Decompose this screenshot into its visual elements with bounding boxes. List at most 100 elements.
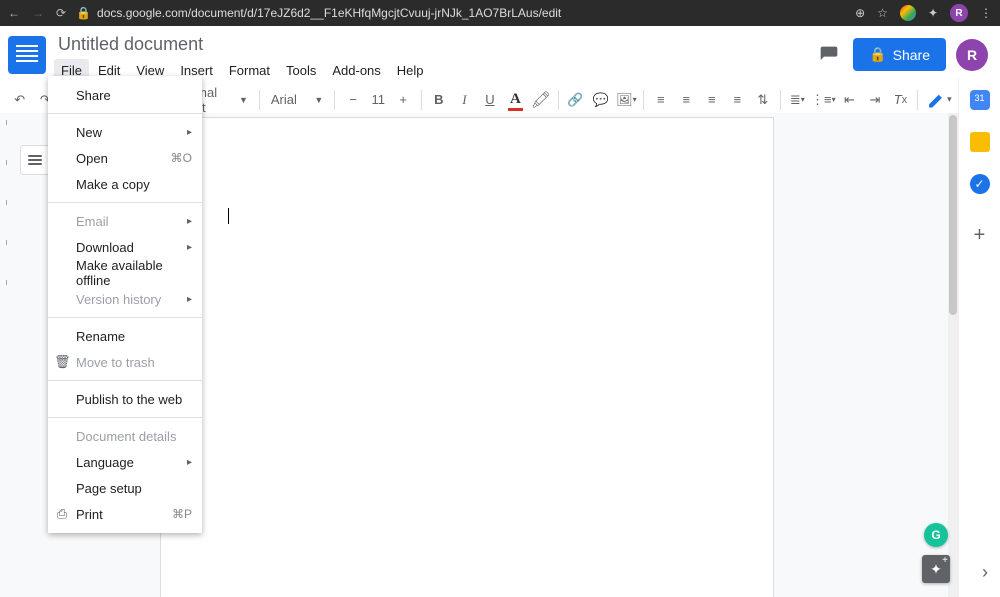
outline-toggle-button[interactable]	[20, 145, 50, 175]
file-menu-email: Email ▸	[48, 208, 202, 234]
font-increase-button[interactable]: +	[390, 87, 416, 113]
menu-tools[interactable]: Tools	[279, 59, 323, 82]
shortcut-label: ⌘P	[172, 507, 192, 521]
url-bar[interactable]: 🔒 docs.google.com/document/d/17eJZ6d2__F…	[76, 6, 845, 20]
doc-title[interactable]: Untitled document	[54, 32, 815, 57]
file-menu-dropdown: ShareNew▸Open⌘OMake a copyEmail▸Download…	[48, 76, 202, 533]
text-cursor	[228, 208, 229, 224]
menu-item-label: Document details	[76, 429, 176, 444]
menu-item-label: Rename	[76, 329, 125, 344]
tasks-icon[interactable]	[970, 174, 990, 194]
file-menu-document-details: Document details	[48, 423, 202, 449]
submenu-arrow-icon: ▸	[187, 127, 192, 138]
outline-icon	[28, 155, 42, 165]
extensions-icon[interactable]: ✦	[928, 6, 938, 20]
pen-icon	[929, 92, 945, 108]
file-menu-download[interactable]: Download ▸	[48, 234, 202, 260]
text-color-button[interactable]: A	[504, 87, 528, 113]
menu-help[interactable]: Help	[390, 59, 431, 82]
document-page[interactable]	[160, 117, 774, 597]
increase-indent-button[interactable]: ⇥	[863, 87, 887, 113]
calendar-icon[interactable]	[970, 90, 990, 110]
file-menu-open[interactable]: Open ⌘O	[48, 145, 202, 171]
submenu-arrow-icon: ▸	[187, 242, 192, 253]
menu-format[interactable]: Format	[222, 59, 277, 82]
shortcut-label: ⌘O	[171, 151, 192, 165]
menu-item-label: Download	[76, 240, 134, 255]
file-menu-rename[interactable]: Rename	[48, 323, 202, 349]
docs-logo-icon[interactable]	[8, 36, 46, 74]
file-menu-print[interactable]: ⎙ Print ⌘P	[48, 501, 202, 527]
insert-link-button[interactable]: 🔗	[564, 87, 588, 113]
file-menu-make-a-copy[interactable]: Make a copy	[48, 171, 202, 197]
browser-avatar[interactable]: R	[950, 4, 968, 22]
bulleted-list-button[interactable]: ⋮≡▾	[811, 87, 836, 113]
insert-image-button[interactable]: 🖼▾	[615, 87, 639, 113]
docs-header: Untitled document FileEditViewInsertForm…	[0, 26, 1000, 82]
profile-badge-icon[interactable]	[900, 5, 916, 21]
clear-format-button[interactable]: Tx	[889, 87, 913, 113]
menu-item-icon: 🗑	[54, 354, 70, 370]
file-menu-share[interactable]: Share	[48, 82, 202, 108]
menu-item-label: Open	[76, 151, 108, 166]
scroll-thumb[interactable]	[949, 115, 957, 315]
font-decrease-button[interactable]: −	[340, 87, 366, 113]
menu-item-label: Email	[76, 214, 109, 229]
addons-plus-icon[interactable]: +	[974, 224, 986, 247]
url-text: docs.google.com/document/d/17eJZ6d2__F1e…	[97, 6, 561, 20]
keep-icon[interactable]	[970, 132, 990, 152]
nav-reload-icon[interactable]: ⟳	[56, 6, 66, 20]
lock-icon: 🔒	[76, 6, 91, 20]
share-label: Share	[893, 47, 930, 63]
comments-icon[interactable]	[815, 41, 843, 69]
account-avatar[interactable]: R	[956, 39, 988, 71]
file-menu-publish-to-the-web[interactable]: Publish to the web	[48, 386, 202, 412]
floating-buttons: G	[922, 523, 950, 583]
underline-button[interactable]: U	[478, 87, 502, 113]
menu-item-icon: ⎙	[54, 506, 70, 522]
file-menu-move-to-trash: 🗑Move to trash	[48, 349, 202, 375]
italic-button[interactable]: I	[453, 87, 477, 113]
file-menu-make-available-offline[interactable]: Make available offline	[48, 260, 202, 286]
submenu-arrow-icon: ▸	[187, 457, 192, 468]
submenu-arrow-icon: ▸	[187, 216, 192, 227]
explore-button[interactable]	[922, 555, 950, 583]
align-right-button[interactable]: ≡	[700, 87, 724, 113]
file-menu-language[interactable]: Language ▸	[48, 449, 202, 475]
align-left-button[interactable]: ≡	[649, 87, 673, 113]
zoom-icon[interactable]: ⊕	[855, 6, 865, 20]
menu-item-label: Print	[76, 507, 103, 522]
browser-menu-icon[interactable]: ⋮	[980, 9, 992, 17]
browser-chrome: ← → ⟳ 🔒 docs.google.com/document/d/17eJZ…	[0, 0, 1000, 26]
editing-mode-button[interactable]: ▾	[923, 90, 958, 110]
lock-icon: 🔒	[869, 46, 886, 63]
bold-button[interactable]: B	[427, 87, 451, 113]
menu-item-label: Share	[76, 88, 111, 103]
align-center-button[interactable]: ≡	[675, 87, 699, 113]
submenu-arrow-icon: ▸	[187, 294, 192, 305]
side-panel-collapse-icon[interactable]: ›	[982, 562, 988, 583]
grammarly-icon[interactable]: G	[924, 523, 948, 547]
nav-forward-icon[interactable]: →	[32, 6, 44, 20]
highlight-button[interactable]: 🖍	[529, 87, 553, 113]
menu-item-label: Make available offline	[76, 258, 190, 288]
font-size-input[interactable]: 11	[366, 92, 390, 107]
decrease-indent-button[interactable]: ⇤	[838, 87, 862, 113]
numbered-list-button[interactable]: ≣▾	[786, 87, 810, 113]
font-select[interactable]: Arial▼	[265, 87, 329, 113]
undo-button[interactable]: ↶	[8, 87, 32, 113]
menu-item-label: Make a copy	[76, 177, 150, 192]
file-menu-page-setup[interactable]: Page setup	[48, 475, 202, 501]
line-spacing-button[interactable]: ⇅	[751, 87, 775, 113]
bookmark-star-icon[interactable]: ☆	[877, 6, 888, 20]
menu-item-label: Language	[76, 455, 134, 470]
menu-item-label: Publish to the web	[76, 392, 182, 407]
insert-comment-button[interactable]: 💬	[589, 87, 613, 113]
share-button[interactable]: 🔒 Share	[853, 38, 946, 71]
menu-add-ons[interactable]: Add-ons	[325, 59, 387, 82]
align-justify-button[interactable]: ≡	[726, 87, 750, 113]
file-menu-new[interactable]: New ▸	[48, 119, 202, 145]
menu-item-label: New	[76, 125, 102, 140]
nav-back-icon[interactable]: ←	[8, 6, 20, 20]
vertical-ruler[interactable]	[3, 117, 11, 597]
